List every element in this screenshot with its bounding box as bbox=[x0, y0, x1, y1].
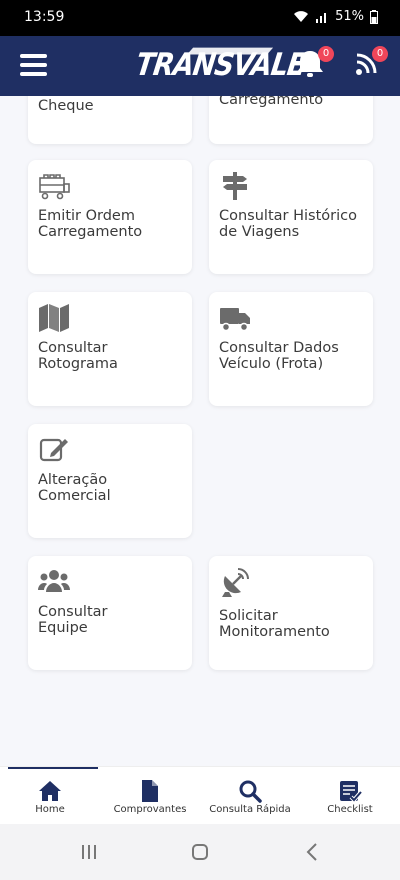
app-header: TRANSVALE 0 0 bbox=[0, 36, 400, 96]
card-historico-viagens[interactable]: Consultar Histórico de Viagens bbox=[209, 160, 373, 274]
back-icon[interactable] bbox=[298, 840, 328, 864]
card-label: Emitir Ordem Carregamento bbox=[38, 208, 143, 240]
nav-comprovantes[interactable]: Comprovantes bbox=[100, 767, 200, 825]
card-label: Cheque bbox=[38, 98, 94, 114]
card-emitir-ordem[interactable]: Emitir Ordem Carregamento bbox=[28, 160, 192, 274]
notifications-badge: 0 bbox=[318, 46, 334, 62]
users-icon bbox=[38, 570, 70, 592]
feed-button[interactable]: 0 bbox=[352, 46, 388, 82]
signpost-icon bbox=[223, 172, 247, 200]
transvale-logo: TRANSVALE bbox=[133, 45, 307, 86]
pallet-truck-icon bbox=[39, 174, 70, 200]
bottom-nav: Home Comprovantes Consulta Rápida Checkl… bbox=[0, 766, 400, 825]
system-nav-bar bbox=[0, 824, 400, 880]
card-label: Consultar Rotograma bbox=[38, 340, 118, 372]
status-time: 13:59 bbox=[24, 9, 65, 25]
menu-grid: Cheque Carregamento Emitir Ordem Carrega… bbox=[0, 96, 400, 766]
battery-percent: 51% bbox=[335, 9, 364, 24]
card-dados-veiculo[interactable]: Consultar Dados Veículo (Frota) bbox=[209, 292, 373, 406]
card-label: Alteração Comercial bbox=[38, 472, 111, 504]
card-label: Solicitar Monitoramento bbox=[219, 608, 330, 640]
wifi-status-icon bbox=[294, 10, 309, 22]
truck-icon bbox=[220, 308, 250, 332]
card-label: Carregamento bbox=[219, 96, 324, 108]
satellite-dish-icon bbox=[222, 568, 249, 597]
search-icon bbox=[239, 780, 262, 803]
card-solicitar-monitoramento[interactable]: Solicitar Monitoramento bbox=[209, 556, 373, 670]
edit-icon bbox=[39, 438, 68, 462]
nav-label: Home bbox=[35, 804, 65, 815]
notifications-button[interactable]: 0 bbox=[292, 46, 334, 86]
nav-label: Comprovantes bbox=[113, 804, 187, 815]
home-icon bbox=[39, 781, 61, 801]
card-consultar-equipe[interactable]: Consultar Equipe bbox=[28, 556, 192, 670]
map-icon bbox=[39, 304, 69, 332]
card-carregamento[interactable]: Carregamento bbox=[209, 96, 373, 144]
status-icons: 51% bbox=[293, 9, 378, 24]
nav-consulta-rapida[interactable]: Consulta Rápida bbox=[200, 767, 300, 825]
nav-label: Checklist bbox=[327, 804, 373, 815]
card-label: Consultar Equipe bbox=[38, 604, 108, 636]
checklist-icon bbox=[340, 781, 362, 803]
recent-apps-icon[interactable] bbox=[74, 840, 104, 864]
nav-label: Consulta Rápida bbox=[209, 804, 291, 815]
card-label: Consultar Dados Veículo (Frota) bbox=[219, 340, 339, 372]
file-icon bbox=[142, 780, 158, 802]
status-bar: 13:59 51% bbox=[0, 0, 400, 36]
feed-badge: 0 bbox=[372, 46, 388, 62]
card-rotograma[interactable]: Consultar Rotograma bbox=[28, 292, 192, 406]
card-cheque[interactable]: Cheque bbox=[28, 96, 192, 144]
nav-home[interactable]: Home bbox=[0, 767, 100, 825]
signal-icon bbox=[316, 12, 327, 23]
home-button-icon[interactable] bbox=[185, 840, 215, 864]
menu-icon[interactable] bbox=[20, 53, 48, 77]
card-label: Consultar Histórico de Viagens bbox=[219, 208, 357, 240]
nav-checklist[interactable]: Checklist bbox=[300, 767, 400, 825]
battery-icon bbox=[370, 9, 378, 24]
card-alteracao-comercial[interactable]: Alteração Comercial bbox=[28, 424, 192, 538]
